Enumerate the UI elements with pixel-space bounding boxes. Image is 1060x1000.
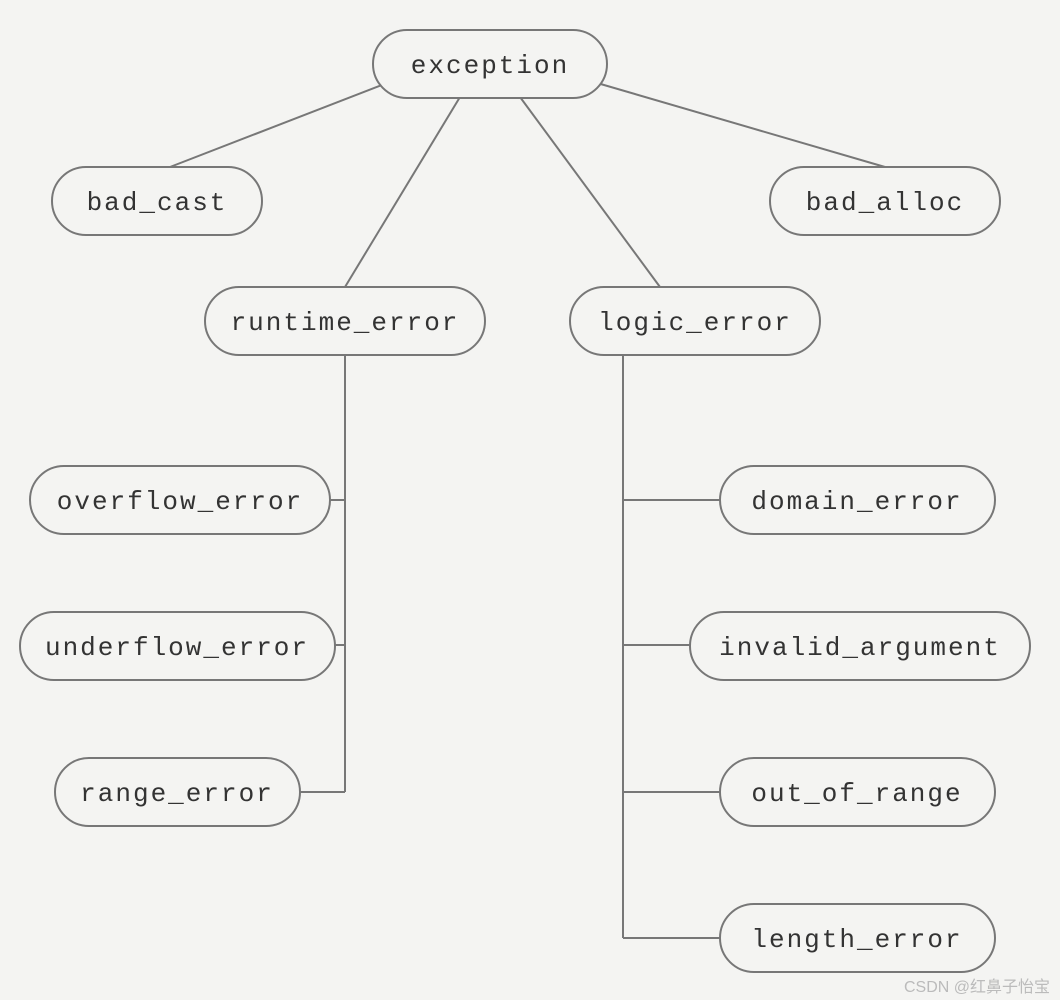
node-bad-cast: bad_cast — [52, 167, 262, 235]
node-logic-error: logic_error — [570, 287, 820, 355]
label-range-error: range_error — [80, 779, 274, 809]
label-out-of-range: out_of_range — [751, 779, 962, 809]
node-bad-alloc: bad_alloc — [770, 167, 1000, 235]
label-invalid-argument: invalid_argument — [719, 633, 1001, 663]
label-domain-error: domain_error — [751, 487, 962, 517]
nodes: exception bad_cast bad_alloc runtime_err… — [20, 30, 1030, 972]
watermark-text: CSDN @红鼻子怡宝 — [904, 978, 1050, 996]
node-out-of-range: out_of_range — [720, 758, 995, 826]
label-length-error: length_error — [751, 925, 962, 955]
label-runtime-error: runtime_error — [231, 308, 460, 338]
exception-hierarchy-diagram: exception bad_cast bad_alloc runtime_err… — [0, 0, 1060, 1000]
node-runtime-error: runtime_error — [205, 287, 485, 355]
node-domain-error: domain_error — [720, 466, 995, 534]
node-exception: exception — [373, 30, 607, 98]
label-underflow-error: underflow_error — [45, 633, 309, 663]
node-range-error: range_error — [55, 758, 300, 826]
label-exception: exception — [411, 51, 569, 81]
node-underflow-error: underflow_error — [20, 612, 335, 680]
label-logic-error: logic_error — [598, 308, 792, 338]
label-bad-cast: bad_cast — [87, 188, 228, 218]
node-length-error: length_error — [720, 904, 995, 972]
label-bad-alloc: bad_alloc — [806, 188, 964, 218]
label-overflow-error: overflow_error — [57, 487, 303, 517]
node-overflow-error: overflow_error — [30, 466, 330, 534]
node-invalid-argument: invalid_argument — [690, 612, 1030, 680]
